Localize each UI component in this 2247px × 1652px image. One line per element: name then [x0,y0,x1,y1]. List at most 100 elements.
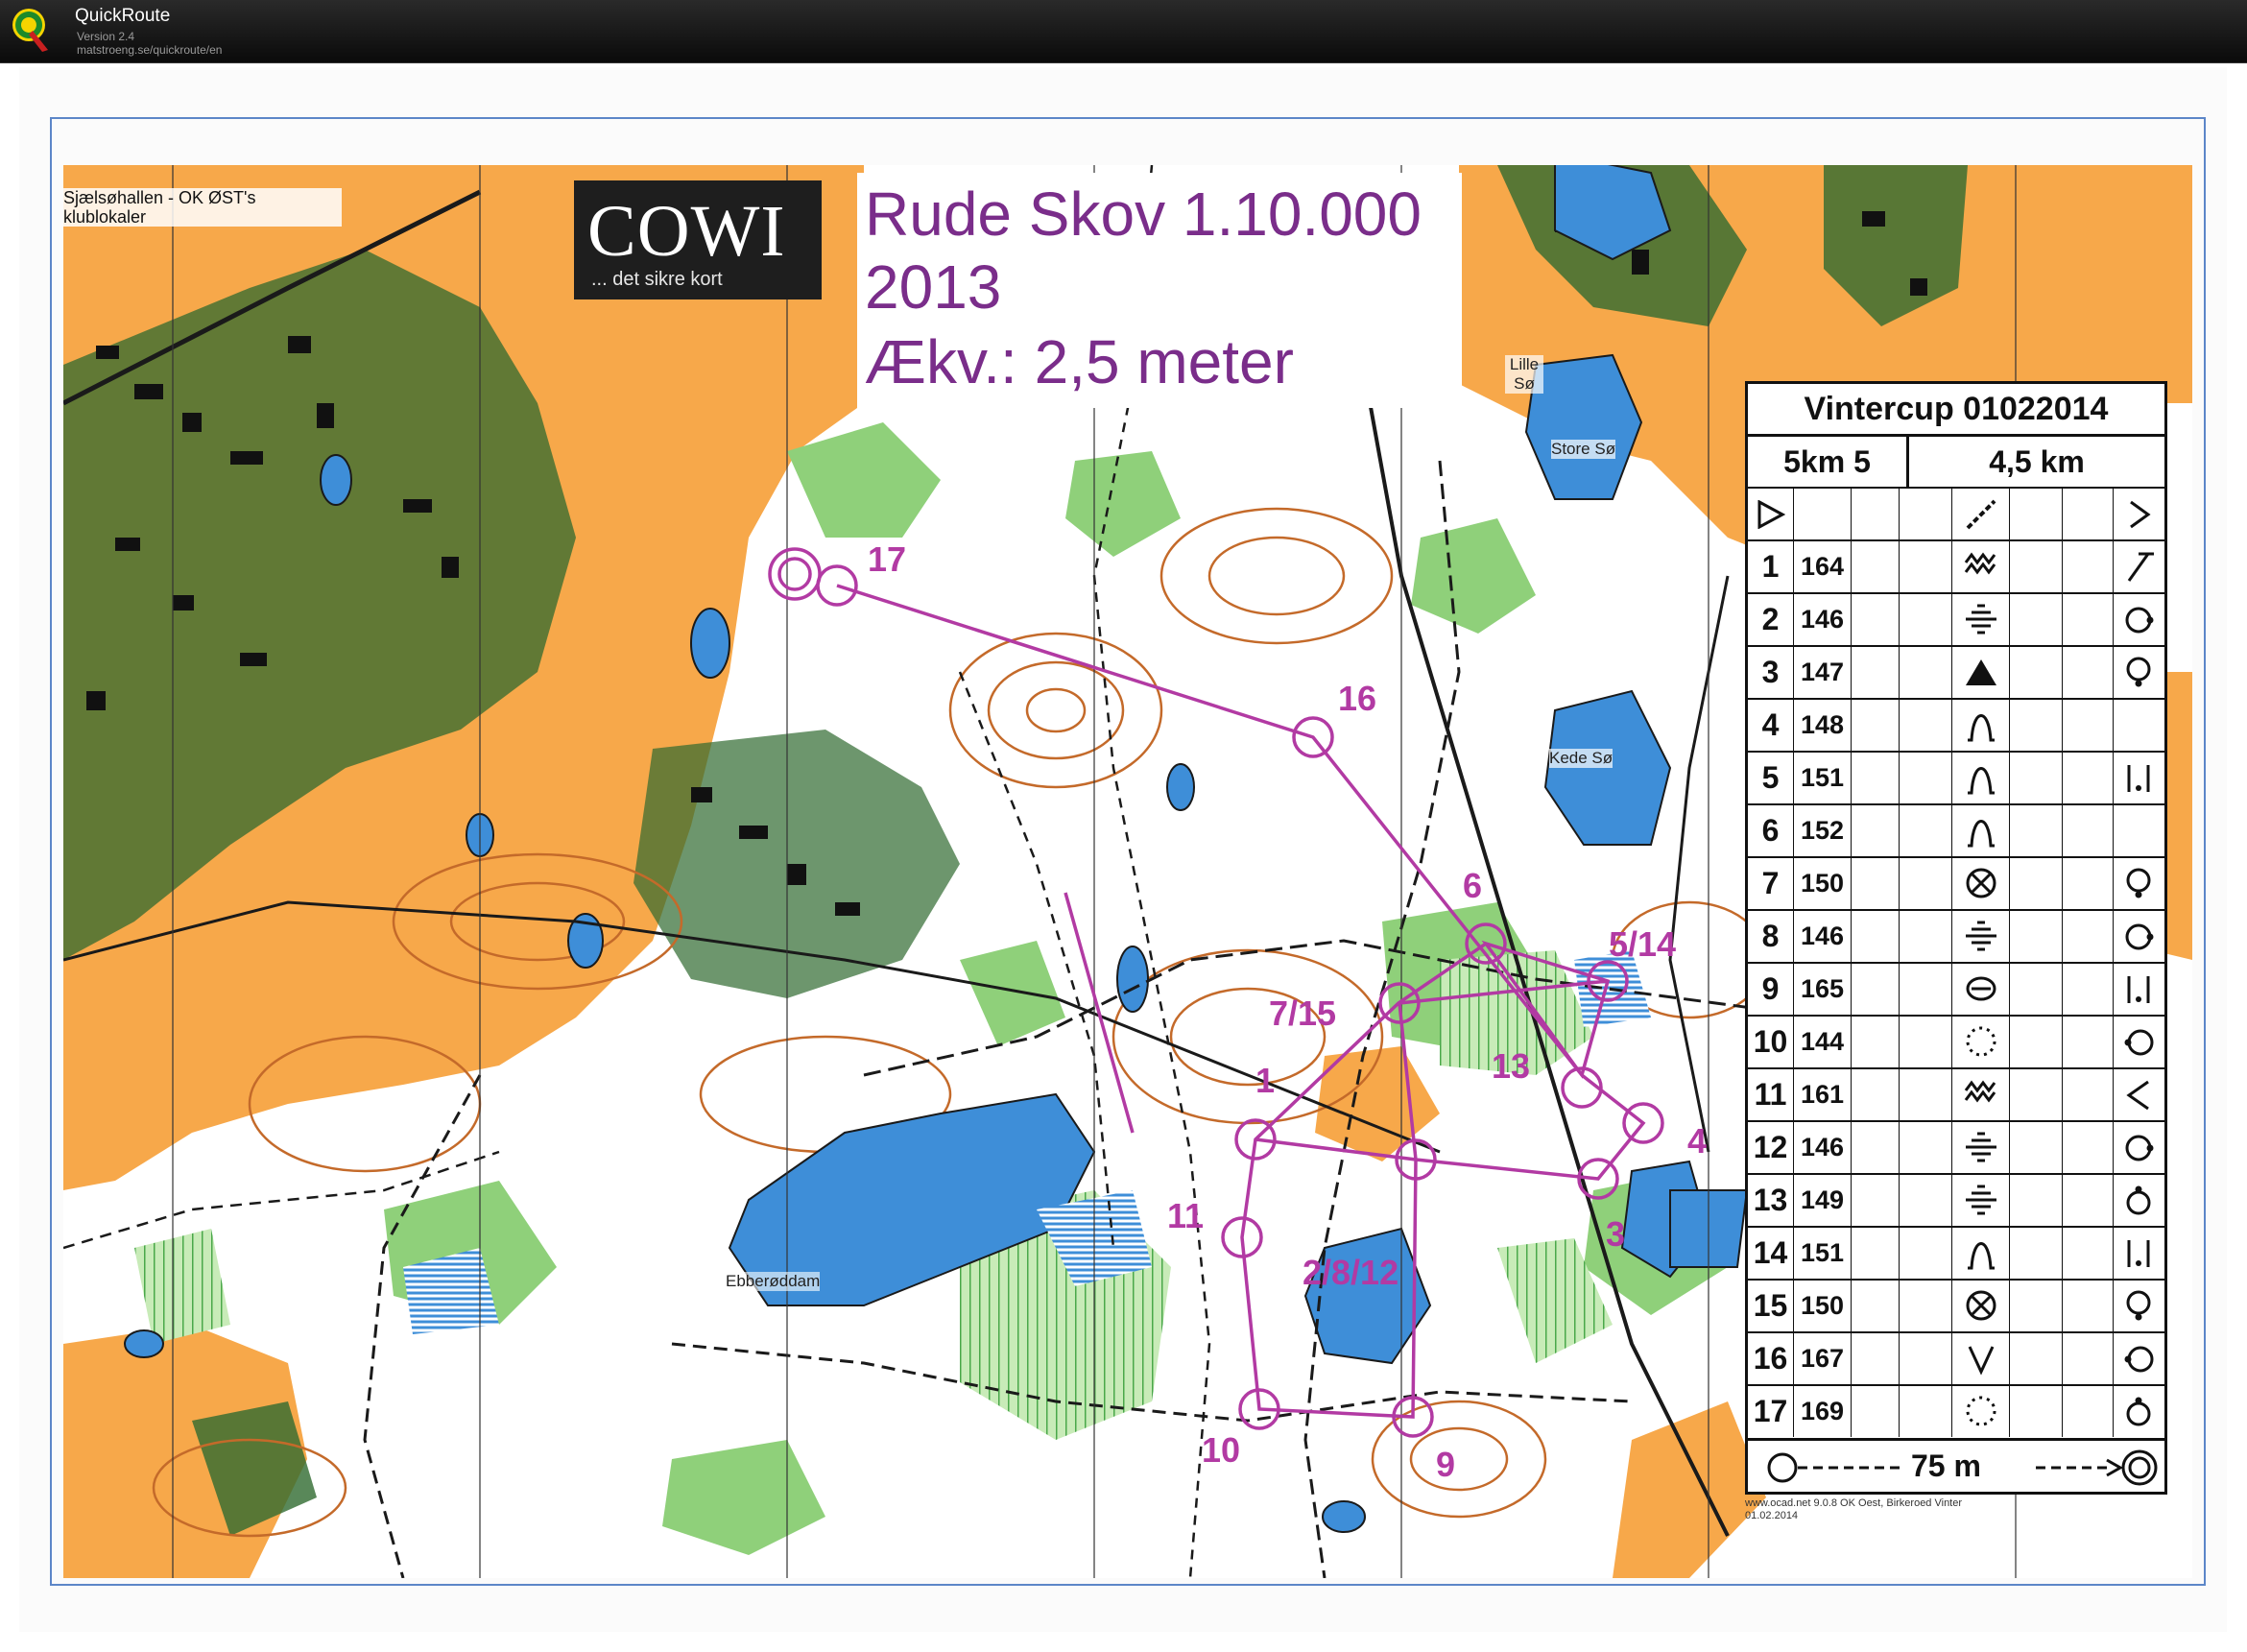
empty-cell [2010,700,2063,751]
control-code: 161 [1794,1069,1852,1120]
start-triangle-icon [1757,499,1785,529]
control-location-cell [2114,1333,2164,1384]
control-code: 169 [1794,1386,1852,1437]
control-description-row: 8 146 [1748,909,2164,962]
location-south-icon [2126,1290,2150,1320]
empty-cell [2010,911,2063,962]
empty-cell [1900,858,1952,909]
finish-start-circle-icon [1767,1452,1904,1483]
location-east-icon [2125,607,2153,633]
control-description-row: 5 151 [1748,751,2164,803]
empty-cell [1900,753,1952,803]
boulder-icon [1965,658,1996,685]
control-number: 7 [1748,858,1794,909]
control-code: 147 [1794,647,1852,698]
empty-cell [2063,1017,2114,1067]
empty-cell [2010,805,2063,856]
control-feature-cell [1952,1281,2010,1331]
control-description-row: 2 146 [1748,592,2164,645]
control-code: 144 [1794,1017,1852,1067]
control-code: 148 [1794,700,1852,751]
control-number: 3 [1748,647,1794,698]
map-title-box: Rude Skov 1.10.000 2013 Ækv.: 2,5 meter [857,173,1462,408]
empty-cell [1852,647,1900,698]
control-number: 6 [1748,805,1794,856]
control-label-13: 13 [1492,1046,1531,1086]
control-label-5-14: 5/14 [1609,924,1677,964]
control-description-row: 10 144 [1748,1015,2164,1067]
control-number: 5 [1748,753,1794,803]
empty-cell [1852,858,1900,909]
empty-cell [2010,1122,2063,1173]
control-label-16: 16 [1338,679,1377,718]
empty-cell [1900,1122,1952,1173]
empty-cell [2010,858,2063,909]
start-symbol-cell [1748,489,1794,539]
control-label-7-15: 7/15 [1269,994,1337,1033]
start-row [1748,487,2164,539]
control-feature-cell [1952,753,2010,803]
location-north-icon [2126,1185,2150,1214]
empty-cell [1852,1122,1900,1173]
empty-cell [1900,647,1952,698]
control-code: 146 [1794,594,1852,645]
control-description-row: 7 150 [1748,856,2164,909]
control-feature-cell [1952,541,2010,592]
empty-cell [2063,911,2114,962]
empty-cell [1900,1333,1952,1384]
control-feature-cell [1952,1386,2010,1437]
control-location-cell [2114,964,2164,1015]
control-label-11: 11 [1167,1196,1205,1235]
empty-cell [1900,964,1952,1015]
control-number: 17 [1748,1386,1794,1437]
control-label-3: 3 [1606,1214,1626,1254]
empty-cell [2010,1069,2063,1120]
control-label-2-8-12: 2/8/12 [1303,1253,1399,1292]
control-feature-cell [1952,647,2010,698]
control-feature-cell [1952,1122,2010,1173]
control-location-cell [2114,1228,2164,1279]
finish-distance: 75 m [1911,1448,1981,1483]
empty-cell [1852,1175,1900,1226]
empty-cell [2010,1386,2063,1437]
club-location-label: Sjælsøhallen - OK ØST's klublokaler [63,188,342,227]
control-code: 151 [1794,1228,1852,1279]
control-feature-cell [1952,1228,2010,1279]
control-description-row: 4 148 [1748,698,2164,751]
empty-cell [2010,594,2063,645]
control-description-row: 9 165 [1748,962,2164,1015]
empty-cell [2010,964,2063,1015]
empty-cell [1900,805,1952,856]
empty-cell [2063,594,2114,645]
course-length: 4,5 km [1989,444,2085,479]
control-location-cell [2114,1175,2164,1226]
event-name: Vintercup 01022014 [1748,384,2164,437]
location-south-icon [2126,657,2150,686]
location-east-icon [2125,923,2153,949]
control-number: 4 [1748,700,1794,751]
empty-cell [2063,753,2114,803]
control-number: 8 [1748,911,1794,962]
control-code: 164 [1794,541,1852,592]
cowi-tagline: ... det sikre kort [591,269,723,290]
location-west-icon [2124,1346,2153,1372]
control-label-6: 6 [1463,866,1483,905]
control-code: 146 [1794,1122,1852,1173]
empty-cell [1852,805,1900,856]
place-name-kede-so: Kede Sø [1549,749,1614,768]
empty-cell [1852,700,1900,751]
control-code: 146 [1794,911,1852,962]
location-west-icon [2124,1029,2153,1055]
control-description-row: 3 147 [1748,645,2164,698]
empty-cell [2063,858,2114,909]
control-number: 16 [1748,1333,1794,1384]
location-foot-icon [2127,552,2154,582]
control-description-row: 12 146 [1748,1120,2164,1173]
location-south-icon [2126,868,2150,898]
empty-cell [1852,1386,1900,1437]
empty-cell [1900,1228,1952,1279]
control-number: 10 [1748,1017,1794,1067]
pit-icon [1966,1290,1996,1320]
control-description-row: 15 150 [1748,1279,2164,1331]
marsh-icon [1965,921,1996,950]
